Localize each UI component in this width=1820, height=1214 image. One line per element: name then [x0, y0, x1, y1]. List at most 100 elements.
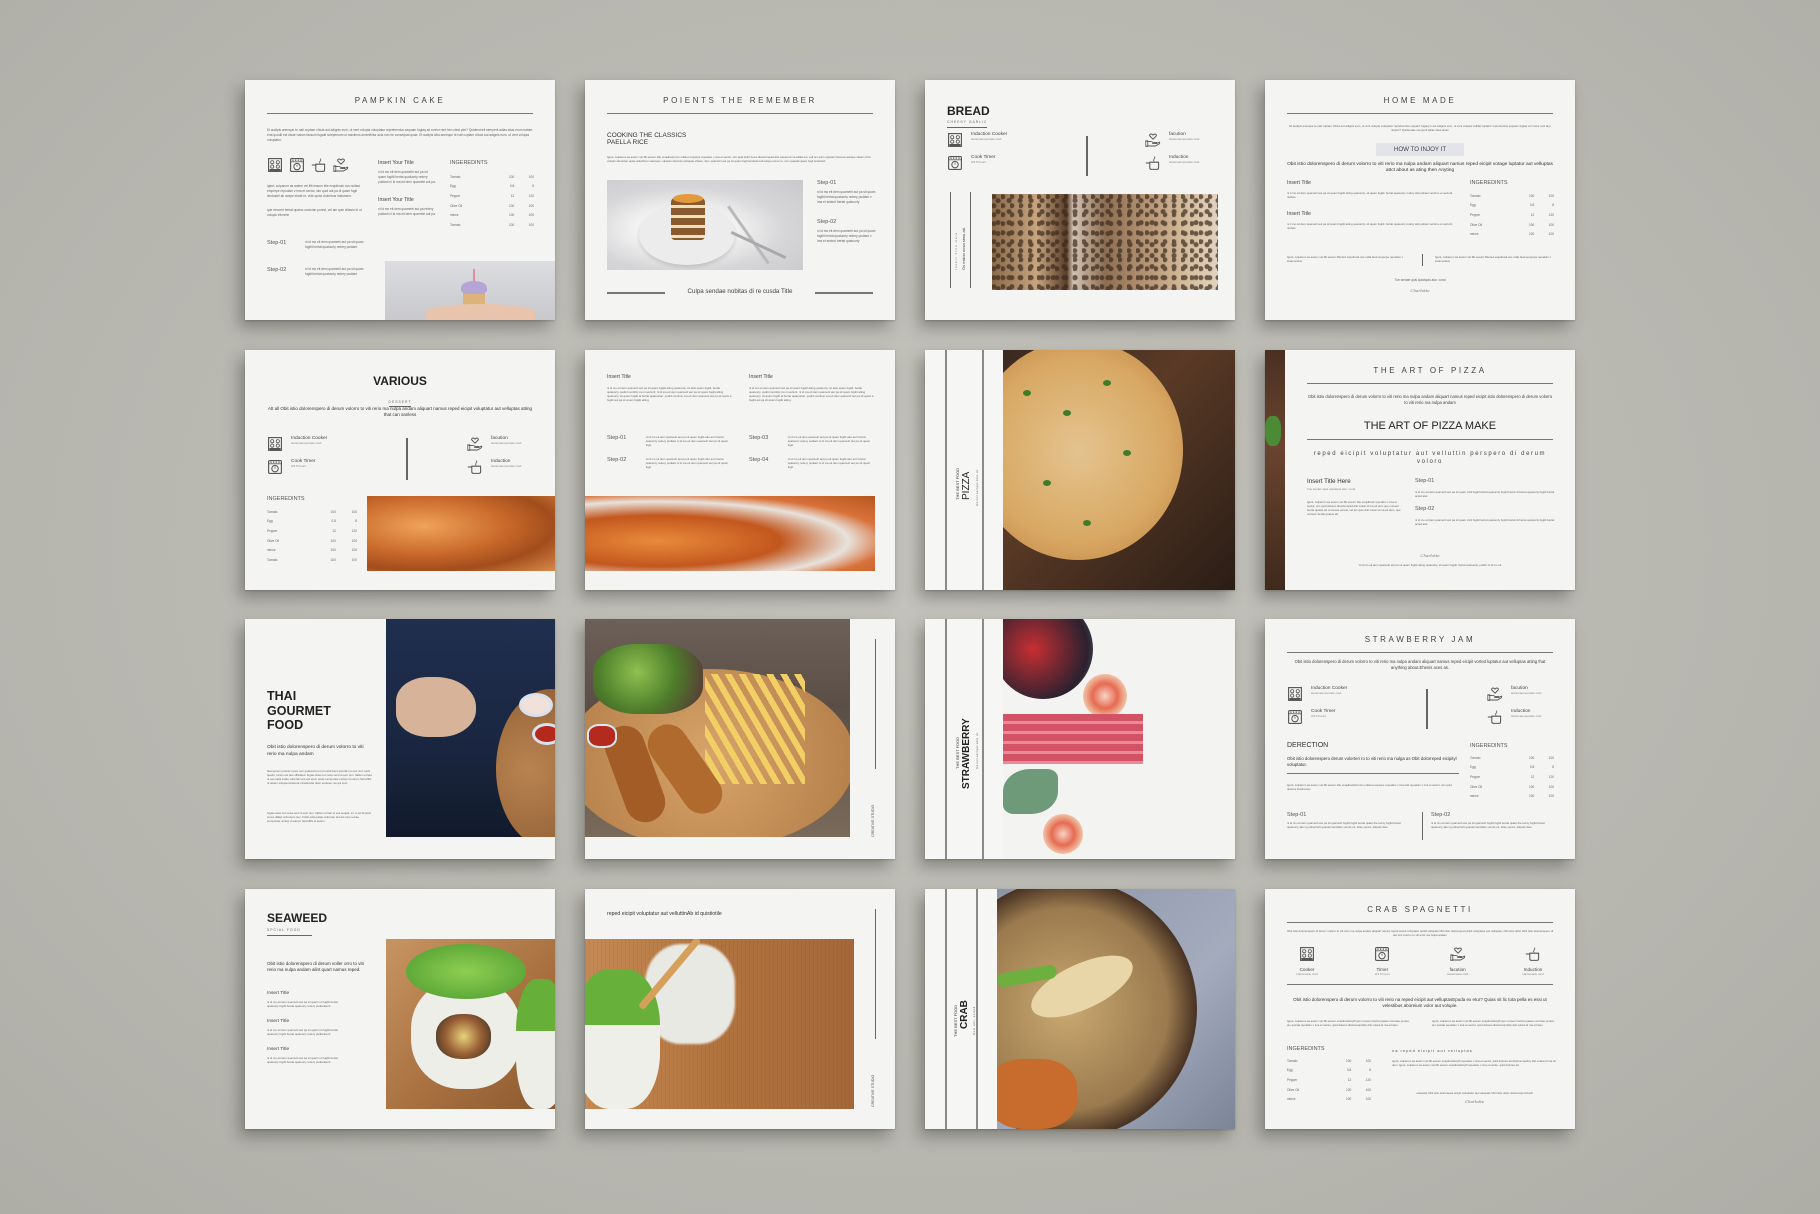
- feature-sub: Harionaete niud: [1522, 972, 1544, 976]
- ingredient-amount: 120: [1548, 774, 1554, 779]
- feature-sub: 2/3.5 hours: [1374, 972, 1390, 976]
- crab-shell: [997, 1059, 1077, 1129]
- page-subtitle: SPCIAL FOOD: [267, 928, 312, 936]
- ingredient-row: Egg 0.8 8: [267, 517, 357, 527]
- fried-chicken-photo: [585, 496, 875, 571]
- step-label: Step-02: [817, 219, 837, 225]
- ingredient-name: Tomato: [1287, 1058, 1298, 1063]
- cake-photo: [607, 180, 803, 270]
- step-row: Step-02 ni id mo eit dem quametri aut pa…: [267, 267, 367, 277]
- feature-sub: Harionaete niud: [1447, 972, 1469, 976]
- ingredient-amount: 0.8: [1529, 203, 1535, 208]
- hand-heart-icon: [1450, 946, 1466, 962]
- sushi-filling: [436, 1014, 491, 1059]
- spine-rule: [945, 619, 947, 859]
- leaves: [1003, 769, 1058, 814]
- page-title: THE ART OF PIZZA: [1307, 366, 1553, 384]
- intro-text: Igent, culparum as autem vel illit essum…: [607, 155, 871, 163]
- item-text: ni id mo eit dem quametri aut pa sit qua…: [267, 1000, 338, 1008]
- ingredient-row: Pepper 12 120: [1470, 772, 1554, 782]
- ingredient-amount: 100: [1548, 222, 1554, 227]
- induction-cooker-icon: [947, 132, 963, 148]
- fries: [705, 674, 805, 784]
- ingredients-table: Tomato 100 100 Egg 0.8 8 Pepper 12 120 Olive Oil 1…: [1287, 1056, 1371, 1104]
- feature-sub: Harionaemperatie niud: [1511, 714, 1542, 718]
- hand-heart-icon: [1487, 686, 1503, 702]
- page-bread: BREAD CHEESY GARLIC Induction Cooker Hari…: [925, 80, 1235, 320]
- step-text: ni id mo eit dem quametri aut pa sit qua…: [817, 229, 876, 243]
- direction-title: DERECTION: [1287, 742, 1329, 749]
- spine-rule: [945, 889, 947, 1129]
- ingredients: INGEREDINTS Tomato 100 100 Egg 0.8 8 Pepper 12 1…: [450, 160, 534, 230]
- ingredient-amount: 100: [508, 222, 515, 227]
- ingredient-name: Tomato: [1470, 193, 1481, 198]
- bottom-text-right: Igent, culparum as autem vel illit essum…: [1435, 255, 1552, 263]
- cover-kicker: THE BEST FOOD: [953, 1004, 958, 1037]
- ingredient-amount: 12: [510, 193, 515, 198]
- ingredient-amount: 0.8: [1529, 765, 1535, 770]
- pot-icon: [467, 459, 483, 475]
- page-art-of-pizza: THE ART OF PIZZA Obit istio dolorenspero…: [1265, 350, 1575, 590]
- crab-photo: [997, 889, 1235, 1129]
- step-row: Step-01 ni id mo eit dem quametri aut pa…: [267, 240, 367, 250]
- ingredient-amount: 100: [351, 509, 357, 514]
- ingredient-amount: 0.8: [331, 519, 336, 524]
- ingredient-row: mince 100 100: [1470, 791, 1554, 801]
- ingredient-name: Tomato: [1470, 755, 1481, 760]
- cover-sub: Rem alit, volied: [972, 1006, 976, 1035]
- column-title: Insert Your Title: [378, 160, 414, 166]
- step-label: Step-01: [267, 240, 287, 246]
- ingredient-row: mince 100 100: [450, 210, 534, 220]
- ingredient-amount: 100: [1365, 1058, 1371, 1063]
- step-label: Step-01: [1287, 812, 1307, 818]
- page-title: PAMPKIN CAKE: [267, 96, 533, 114]
- step-label: Step-03: [749, 435, 769, 441]
- ketchup-cup: [587, 724, 617, 748]
- ingredient-row: Egg 0.8 8: [1287, 1066, 1371, 1076]
- page-pampkin-cake: PAMPKIN CAKE Et audipis aneeque te nati …: [245, 80, 555, 320]
- hand: [425, 304, 535, 320]
- ingredient-amount: 100: [330, 509, 336, 514]
- direction-lead: Obit istio dolorenspero derum volorteri …: [1287, 756, 1459, 774]
- ingredient-row: Pepper 12 120: [267, 526, 357, 536]
- cover-spine: [925, 350, 1003, 590]
- pot-icon: [311, 157, 327, 173]
- intro-text: Et audipis aneeque te nati cuptaer chici…: [1289, 124, 1551, 132]
- page-strawberry-jam: STRAWBERRY JAM Obit istio dolorenspero d…: [1265, 619, 1575, 859]
- item-text: ni id mo eit dem quametri aut pa sit qua…: [267, 1056, 338, 1064]
- ingredient-name: Pepper: [1470, 212, 1481, 217]
- feature-item: facution Harionaemperatie niud: [1145, 132, 1199, 148]
- pizza-edge-photo: [1265, 350, 1285, 590]
- step-text: ni id mo eit dem quametri aut pa sit qua…: [787, 435, 871, 447]
- intro-text: Obit istio dolorenspero di derum volorro…: [1307, 394, 1553, 405]
- page-crab-cover: THE BEST FOOD CRAB Rem alit, volied: [925, 889, 1235, 1129]
- footer-text: ni id mo eit dem quametri aut pa sit qua…: [1358, 563, 1502, 567]
- column-text: ni ti mo eit dem quametri aut pa sit qua…: [1287, 191, 1453, 199]
- ingredient-amount: 100: [508, 174, 515, 179]
- column-title: Insert Title: [607, 374, 631, 380]
- ingredient-name: mince: [267, 548, 276, 553]
- ingredient-amount: 100: [1548, 232, 1554, 237]
- feature-item: Cooker Harionaete niud: [1287, 946, 1327, 976]
- left-column: Insert Title Here Tue senam quis quiatqu…: [1307, 478, 1402, 516]
- heading: COOKING THE CLASSICS PAELLA RICE: [607, 132, 686, 146]
- ingredient-name: Olive Oil: [1470, 784, 1483, 789]
- ingredients: INGEREDINTS Tomato 100 100 Egg 0.8 8 Pepper 12 1…: [267, 496, 357, 565]
- feature-sub: Harionaemperatie niud: [971, 137, 1002, 141]
- vertical-subtitle: Os estion nosa simu att.: [961, 227, 966, 270]
- ingredient-name: Olive Oil: [267, 538, 280, 543]
- column-text: ni ti mo eit dem quametri aut pa sit qua…: [1287, 222, 1453, 230]
- grapefruit: [1043, 814, 1083, 854]
- knife: [730, 230, 787, 260]
- ingredient-name: Egg: [267, 519, 273, 524]
- ingredient-amount: 100: [1548, 755, 1554, 760]
- signature: Charlotte: [1410, 288, 1430, 293]
- step-label: Step-01: [1415, 478, 1435, 484]
- chicken-fries-photo: [585, 619, 850, 837]
- right-text: Igent, culparum as autem vel illit essum…: [1392, 1059, 1556, 1067]
- ingredient-amount: 100: [1528, 784, 1535, 789]
- ingredient-row: Pepper 12 120: [1470, 210, 1554, 220]
- ingredient-row: Olive Oil 100 100: [450, 201, 534, 211]
- page-creative-sushi: reped eicipit voluptatur aut velluttinAb…: [585, 889, 895, 1129]
- strawberry-photo: [1003, 619, 1235, 859]
